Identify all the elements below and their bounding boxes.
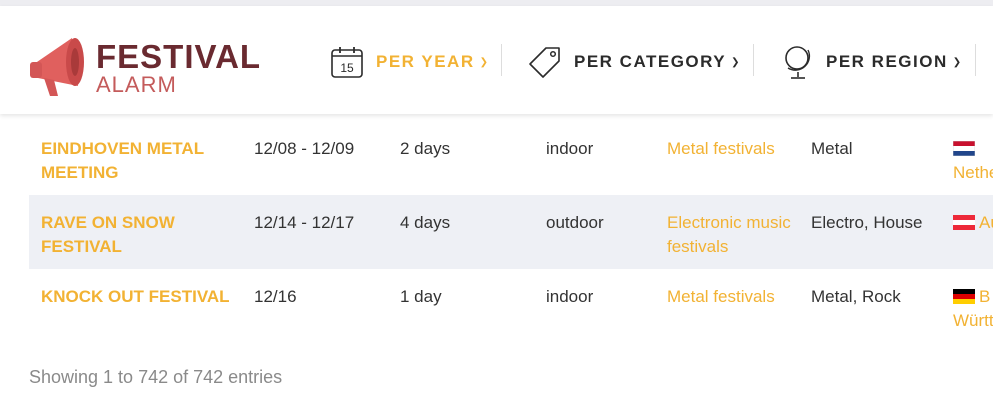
festival-genre: Metal, Rock	[811, 287, 901, 306]
calendar-icon: 15	[331, 47, 363, 78]
table-row: RAVE ON SNOW FESTIVAL 12/14 - 12/17 4 da…	[29, 195, 993, 269]
logo-subtitle: ALARM	[96, 72, 177, 97]
festival-genre: Electro, House	[811, 213, 923, 232]
nav-divider	[753, 44, 754, 76]
nav-per-category-label: PER CATEGORY	[574, 52, 727, 71]
megaphone-icon	[30, 38, 84, 96]
austria-flag-icon	[953, 215, 975, 230]
nav-per-year-label: PER YEAR	[376, 52, 475, 71]
netherlands-flag-icon	[953, 141, 975, 156]
chevron-down-icon: ❯	[952, 56, 962, 68]
nav-per-category[interactable]: PER CATEGORY ❯	[528, 44, 740, 80]
table-row: EINDHOVEN METAL MEETING 12/08 - 12/09 2 …	[29, 121, 993, 195]
germany-flag-icon	[953, 289, 975, 304]
festival-name-link[interactable]: RAVE ON SNOW FESTIVAL	[41, 211, 241, 259]
tag-icon	[529, 47, 560, 78]
nav-per-region-label: PER REGION	[826, 52, 948, 71]
festival-venue: indoor	[546, 287, 594, 306]
festival-country-link[interactable]: Württ	[953, 309, 993, 333]
festival-genre: Metal	[811, 139, 853, 158]
site-header: FESTIVAL ALARM 15 PER YEAR ❯ PER CATEGOR…	[0, 6, 993, 114]
nav-divider	[501, 44, 502, 76]
festival-duration: 4 days	[400, 213, 451, 232]
nav-per-region[interactable]: PER REGION ❯	[782, 44, 961, 80]
festival-name-link[interactable]: KNOCK OUT FESTIVAL	[41, 285, 241, 309]
calendar-day-number: 15	[340, 61, 354, 75]
globe-icon	[785, 46, 811, 79]
festival-alarm-logo[interactable]: FESTIVAL ALARM	[28, 26, 268, 106]
nav-per-year[interactable]: 15 PER YEAR ❯	[330, 44, 488, 80]
table-row: KNOCK OUT FESTIVAL 12/16 1 day indoor Me…	[29, 269, 993, 343]
chevron-down-icon: ❯	[479, 56, 488, 68]
festival-venue: indoor	[546, 139, 594, 158]
festival-name-link[interactable]: EINDHOVEN METAL MEETING	[41, 137, 241, 185]
festival-country-link[interactable]: Au	[979, 211, 993, 235]
festival-duration: 1 day	[400, 287, 442, 306]
festival-category-link[interactable]: Metal festivals	[667, 137, 797, 161]
festival-dates: 12/16	[254, 287, 297, 306]
festival-duration: 2 days	[400, 139, 451, 158]
table-entries-info: Showing 1 to 742 of 742 entries	[29, 367, 283, 387]
festival-country-link[interactable]: Nethe	[953, 161, 993, 185]
festival-category-link[interactable]: Electronic music festivals	[667, 211, 797, 259]
festival-venue: outdoor	[546, 213, 604, 232]
festival-dates: 12/08 - 12/09	[254, 139, 355, 158]
nav-divider	[975, 44, 976, 76]
festival-country-link[interactable]: B	[979, 285, 990, 309]
festival-dates: 12/14 - 12/17	[254, 213, 355, 232]
logo-title: FESTIVAL	[96, 38, 262, 75]
festival-category-link[interactable]: Metal festivals	[667, 285, 797, 309]
chevron-down-icon: ❯	[731, 56, 740, 68]
